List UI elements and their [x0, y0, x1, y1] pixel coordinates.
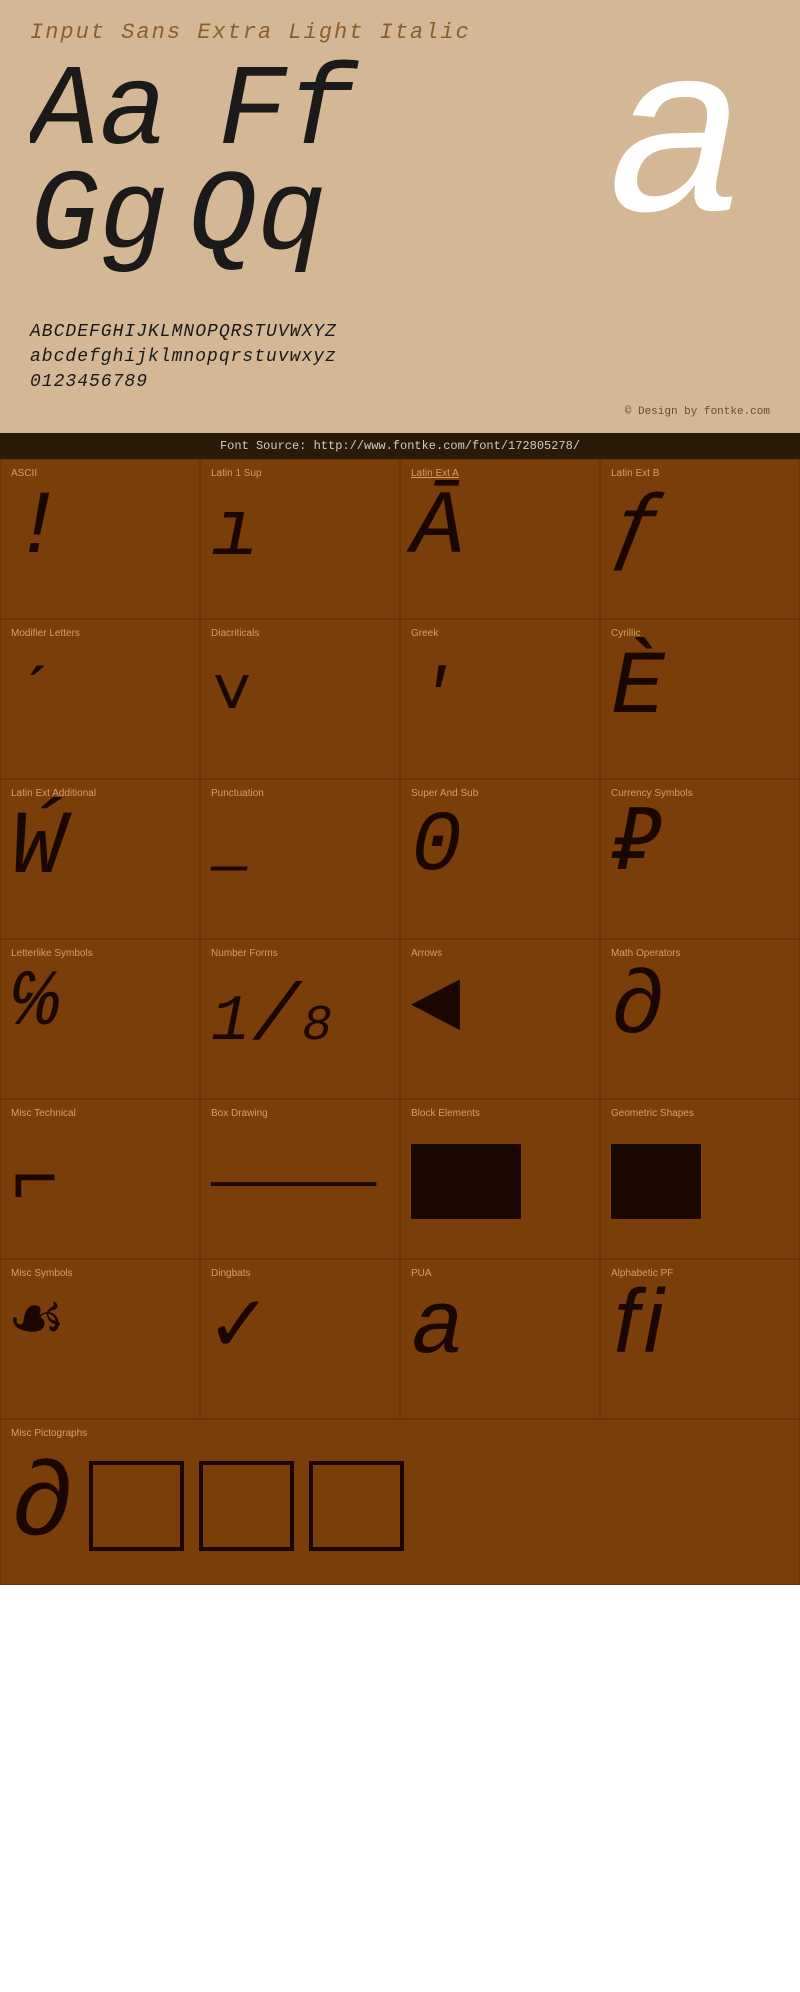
header-section: Input Sans Extra Light Italic Aa Ff Gg Q… [0, 0, 800, 433]
glyph-label-alphabeticpf: Alphabetic PF [611, 1268, 673, 1279]
glyph-label-punctuation: Punctuation [211, 788, 264, 799]
glyph-cell-superandsub: Super And Sub 0 [400, 779, 600, 939]
glyph-char-arrows: ◄ [411, 964, 462, 1049]
glyph-cell-latinextb: Latin Ext B ƒ [600, 459, 800, 619]
source-bar: Font Source: http://www.fontke.com/font/… [0, 433, 800, 459]
glyph-label-miscsymbols: Misc Symbols [11, 1268, 73, 1279]
fraction-numerator: 1 [211, 990, 250, 1055]
glyph-char-ascii: ! [11, 484, 65, 574]
glyph-cell-dingbats: Dingbats ✓ [200, 1259, 400, 1419]
glyph-label-latin1sup: Latin 1 Sup [211, 468, 262, 479]
glyph-cell-cyrillic: Cyrillic È [600, 619, 800, 779]
glyph-label-currency: Currency Symbols [611, 788, 693, 799]
glyph-label-numberforms: Number Forms [211, 948, 278, 959]
specimen-pair-qq: Qq [188, 160, 326, 275]
glyph-char-latinexta: Ā [411, 484, 465, 574]
digits: 0123456789 [30, 370, 770, 395]
glyph-label-latinextadd: Latin Ext Additional [11, 788, 96, 799]
glyph-char-miscsymbols: ☙ [11, 1284, 62, 1369]
glyph-cell-greek: Greek ʹ [400, 619, 600, 779]
glyph-label-greek: Greek [411, 628, 438, 639]
glyph-char-modifier: ˊ [11, 664, 53, 734]
glyph-char-greek: ʹ [411, 664, 453, 734]
glyph-char-superandsub: 0 [411, 804, 462, 889]
glyph-cell-numberforms: Number Forms 1 / 8 [200, 939, 400, 1099]
glyphs-grid: ASCII ! Latin 1 Sup ı Latin Ext A Ā Lati… [0, 459, 800, 1419]
font-title: Input Sans Extra Light Italic [30, 20, 770, 45]
glyph-label-ascii: ASCII [11, 468, 37, 479]
glyph-char-diacriticals: ˅ [211, 664, 253, 734]
glyph-label-diacriticals: Diacriticals [211, 628, 259, 639]
glyph-cell-latin1sup: Latin 1 Sup ı [200, 459, 400, 619]
misc-pictograph-square2 [199, 1461, 294, 1551]
footer-credit: © Design by fontke.com [30, 401, 770, 423]
glyph-char-latin1sup: ı [211, 494, 259, 574]
misc-pictograph-square1 [89, 1461, 184, 1551]
bottom-section: Misc Pictographs ∂ [0, 1419, 800, 1585]
glyph-char-cyrillic: È [611, 644, 665, 734]
specimen-area: Aa Ff Gg Qq a [30, 55, 770, 315]
glyph-cell-punctuation: Punctuation — [200, 779, 400, 939]
glyph-char-alphabeticpf: ﬁ [611, 1284, 665, 1374]
glyph-label-pua: PUA [411, 1268, 432, 1279]
glyph-cell-alphabeticpf: Alphabetic PF ﬁ [600, 1259, 800, 1419]
glyph-label-cyrillic: Cyrillic [611, 628, 640, 639]
glyph-cell-mathops: Math Operators ∂ [600, 939, 800, 1099]
glyph-char-latinextadd: Ẃ [11, 804, 65, 894]
glyph-label-misctechnical: Misc Technical [11, 1108, 76, 1119]
glyph-char-blockelements [411, 1144, 521, 1219]
glyph-cell-currency: Currency Symbols ₽ [600, 779, 800, 939]
glyph-cell-ascii: ASCII ! [0, 459, 200, 619]
glyph-char-misctechnical: ⌐ [11, 1144, 59, 1224]
misc-pictograph-square3 [309, 1461, 404, 1551]
alphabet-lower: abcdefghijklmnopqrstuvwxyz [30, 345, 770, 370]
glyph-cell-modifier: Modifier Letters ˊ [0, 619, 200, 779]
glyph-label-letterlike: Letterlike Symbols [11, 948, 93, 959]
glyph-cell-misctechnical: Misc Technical ⌐ [0, 1099, 200, 1259]
glyph-char-geoshapes [611, 1144, 701, 1219]
glyph-cell-latinextadd: Latin Ext Additional Ẃ [0, 779, 200, 939]
glyph-char-dingbats: ✓ [211, 1284, 265, 1374]
glyph-cell-letterlike: Letterlike Symbols ℅ [0, 939, 200, 1099]
glyph-char-currency: ₽ [611, 804, 662, 889]
glyph-label-latinextb: Latin Ext B [611, 468, 659, 479]
alphabet-section: ABCDEFGHIJKLMNOPQRSTUVWXYZ abcdefghijklm… [30, 320, 770, 401]
glyph-char-numberforms: 1 / 8 [211, 979, 332, 1059]
glyph-char-latinextb: ƒ [611, 484, 665, 574]
specimen-large-a: a [606, 55, 750, 249]
fraction-slash: / [252, 979, 300, 1059]
alphabet-upper: ABCDEFGHIJKLMNOPQRSTUVWXYZ [30, 320, 770, 345]
misc-pictographs-section: Misc Pictographs ∂ [0, 1419, 800, 1585]
glyph-label-latinexta: Latin Ext A [411, 468, 459, 479]
glyph-label-arrows: Arrows [411, 948, 442, 959]
glyph-char-boxdrawing: ───── [211, 1159, 376, 1214]
glyph-label-modifier: Modifier Letters [11, 628, 80, 639]
glyph-label-geoshapes: Geometric Shapes [611, 1108, 694, 1119]
specimen-pair-gg: Gg [30, 160, 168, 275]
glyph-cell-miscsymbols: Misc Symbols ☙ [0, 1259, 200, 1419]
glyph-cell-diacriticals: Diacriticals ˅ [200, 619, 400, 779]
glyph-label-miscpictographs: Misc Pictographs [11, 1428, 789, 1439]
glyph-cell-pua: PUA a [400, 1259, 600, 1419]
glyph-cell-latinexta: Latin Ext A Ā [400, 459, 600, 619]
glyph-cell-boxdrawing: Box Drawing ───── [200, 1099, 400, 1259]
glyph-char-letterlike: ℅ [11, 964, 59, 1044]
glyph-char-punctuation: — [211, 839, 247, 899]
fraction-denominator: 8 [302, 1002, 332, 1052]
misc-pictographs-chars: ∂ [11, 1454, 789, 1579]
glyph-cell-geoshapes: Geometric Shapes [600, 1099, 800, 1259]
glyph-label-boxdrawing: Box Drawing [211, 1108, 268, 1119]
glyph-label-mathops: Math Operators [611, 948, 680, 959]
glyph-label-blockelements: Block Elements [411, 1108, 480, 1119]
glyph-label-dingbats: Dingbats [211, 1268, 250, 1279]
glyph-label-superandsub: Super And Sub [411, 788, 478, 799]
glyph-cell-arrows: Arrows ◄ [400, 939, 600, 1099]
glyph-cell-blockelements: Block Elements [400, 1099, 600, 1259]
glyph-char-pua: a [411, 1284, 465, 1374]
glyph-char-mathops: ∂ [611, 964, 665, 1054]
misc-pictograph-char1: ∂ [11, 1454, 74, 1559]
